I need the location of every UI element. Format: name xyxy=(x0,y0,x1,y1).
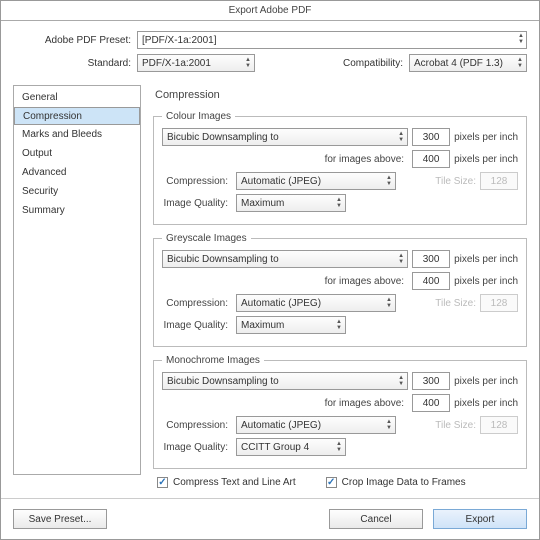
compat-select[interactable]: Acrobat 4 (PDF 1.3) ▲▼ xyxy=(409,54,527,72)
crop-image-checkbox[interactable]: ✓ Crop Image Data to Frames xyxy=(326,477,466,488)
panel-heading: Compression xyxy=(155,89,527,101)
colour-compression-select[interactable]: Automatic (JPEG) ▲▼ xyxy=(236,172,396,190)
mono-dpi-unit: pixels per inch xyxy=(454,376,518,387)
standard-value: PDF/X-1a:2001 xyxy=(142,58,211,69)
mono-tile-input: 128 xyxy=(480,416,518,434)
mono-dpi-input[interactable]: 300 xyxy=(412,372,450,390)
mono-compression-label: Compression: xyxy=(162,420,232,431)
compress-text-label: Compress Text and Line Art xyxy=(173,477,296,488)
colour-for-above-label: for images above: xyxy=(325,154,409,165)
stepper-icon: ▲▼ xyxy=(336,441,342,453)
standard-select[interactable]: PDF/X-1a:2001 ▲▼ xyxy=(137,54,255,72)
stepper-icon: ▲▼ xyxy=(386,175,392,187)
colour-iq-label: Image Quality: xyxy=(162,198,232,209)
preset-select[interactable]: [PDF/X-1a:2001] ▲▼ xyxy=(137,31,527,49)
stepper-icon: ▲▼ xyxy=(386,297,392,309)
grey-iq-label: Image Quality: xyxy=(162,320,232,331)
check-icon: ✓ xyxy=(326,477,337,488)
stepper-icon: ▲▼ xyxy=(517,57,523,69)
export-pdf-window: Export Adobe PDF Adobe PDF Preset: [PDF/… xyxy=(0,0,540,540)
bottom-bar: Save Preset... Cancel Export xyxy=(1,498,539,539)
compat-value: Acrobat 4 (PDF 1.3) xyxy=(414,58,503,69)
grey-compression-label: Compression: xyxy=(162,298,232,309)
colour-iq-select[interactable]: Maximum ▲▼ xyxy=(236,194,346,212)
grey-dpi-input[interactable]: 300 xyxy=(412,250,450,268)
grey-iq-value: Maximum xyxy=(241,320,284,331)
greyscale-images-group: Greyscale Images Bicubic Downsampling to… xyxy=(153,233,527,347)
save-preset-button[interactable]: Save Preset... xyxy=(13,509,107,529)
colour-legend: Colour Images xyxy=(162,111,235,122)
colour-for-above-unit: pixels per inch xyxy=(454,154,518,165)
mono-for-above-input[interactable]: 400 xyxy=(412,394,450,412)
mono-legend: Monochrome Images xyxy=(162,355,264,366)
stepper-icon: ▲▼ xyxy=(245,57,251,69)
grey-compression-value: Automatic (JPEG) xyxy=(241,298,321,309)
mono-for-above-unit: pixels per inch xyxy=(454,398,518,409)
sidebar-item-summary[interactable]: Summary xyxy=(14,201,140,220)
category-sidebar: General Compression Marks and Bleeds Out… xyxy=(13,85,141,475)
colour-iq-value: Maximum xyxy=(241,198,284,209)
check-icon: ✓ xyxy=(157,477,168,488)
mono-iq-select[interactable]: CCITT Group 4 ▲▼ xyxy=(236,438,346,456)
monochrome-images-group: Monochrome Images Bicubic Downsampling t… xyxy=(153,355,527,469)
mono-tile-label: Tile Size: xyxy=(435,420,476,431)
colour-images-group: Colour Images Bicubic Downsampling to ▲▼… xyxy=(153,111,527,225)
standard-label: Standard: xyxy=(13,58,137,69)
mono-downsample-value: Bicubic Downsampling to xyxy=(167,376,279,387)
mono-compression-value: Automatic (JPEG) xyxy=(241,420,321,431)
grey-downsample-value: Bicubic Downsampling to xyxy=(167,254,279,265)
mono-iq-label: Image Quality: xyxy=(162,442,232,453)
colour-downsample-value: Bicubic Downsampling to xyxy=(167,132,279,143)
stepper-icon: ▲▼ xyxy=(398,131,404,143)
grey-for-above-input[interactable]: 400 xyxy=(412,272,450,290)
mono-compression-select[interactable]: Automatic (JPEG) ▲▼ xyxy=(236,416,396,434)
cancel-button[interactable]: Cancel xyxy=(329,509,423,529)
colour-tile-input: 128 xyxy=(480,172,518,190)
stepper-icon: ▲▼ xyxy=(336,197,342,209)
crop-image-label: Crop Image Data to Frames xyxy=(342,477,466,488)
stepper-icon: ▲▼ xyxy=(398,375,404,387)
sidebar-item-output[interactable]: Output xyxy=(14,144,140,163)
grey-tile-label: Tile Size: xyxy=(435,298,476,309)
sidebar-item-marks-bleeds[interactable]: Marks and Bleeds xyxy=(14,125,140,144)
sidebar-item-compression[interactable]: Compression xyxy=(14,107,140,125)
stepper-icon: ▲▼ xyxy=(398,253,404,265)
colour-for-above-input[interactable]: 400 xyxy=(412,150,450,168)
colour-compression-value: Automatic (JPEG) xyxy=(241,176,321,187)
compat-label: Compatibility: xyxy=(343,58,409,69)
preset-label: Adobe PDF Preset: xyxy=(13,35,137,46)
top-controls: Adobe PDF Preset: [PDF/X-1a:2001] ▲▼ Sta… xyxy=(1,21,539,85)
stepper-icon: ▲▼ xyxy=(518,33,524,45)
window-title: Export Adobe PDF xyxy=(1,1,539,21)
compress-text-checkbox[interactable]: ✓ Compress Text and Line Art xyxy=(157,477,296,488)
grey-for-above-label: for images above: xyxy=(325,276,409,287)
mono-for-above-label: for images above: xyxy=(325,398,409,409)
colour-tile-label: Tile Size: xyxy=(435,176,476,187)
grey-iq-select[interactable]: Maximum ▲▼ xyxy=(236,316,346,334)
colour-dpi-unit: pixels per inch xyxy=(454,132,518,143)
preset-value: [PDF/X-1a:2001] xyxy=(142,35,216,46)
stepper-icon: ▲▼ xyxy=(386,419,392,431)
mono-iq-value: CCITT Group 4 xyxy=(241,442,309,453)
main-panel: Compression Colour Images Bicubic Downsa… xyxy=(153,85,527,488)
sidebar-item-general[interactable]: General xyxy=(14,88,140,107)
colour-compression-label: Compression: xyxy=(162,176,232,187)
grey-for-above-unit: pixels per inch xyxy=(454,276,518,287)
sidebar-item-security[interactable]: Security xyxy=(14,182,140,201)
sidebar-item-advanced[interactable]: Advanced xyxy=(14,163,140,182)
stepper-icon: ▲▼ xyxy=(336,319,342,331)
grey-tile-input: 128 xyxy=(480,294,518,312)
grey-compression-select[interactable]: Automatic (JPEG) ▲▼ xyxy=(236,294,396,312)
grey-dpi-unit: pixels per inch xyxy=(454,254,518,265)
grey-legend: Greyscale Images xyxy=(162,233,251,244)
colour-dpi-input[interactable]: 300 xyxy=(412,128,450,146)
grey-downsample-select[interactable]: Bicubic Downsampling to ▲▼ xyxy=(162,250,408,268)
colour-downsample-select[interactable]: Bicubic Downsampling to ▲▼ xyxy=(162,128,408,146)
export-button[interactable]: Export xyxy=(433,509,527,529)
mono-downsample-select[interactable]: Bicubic Downsampling to ▲▼ xyxy=(162,372,408,390)
